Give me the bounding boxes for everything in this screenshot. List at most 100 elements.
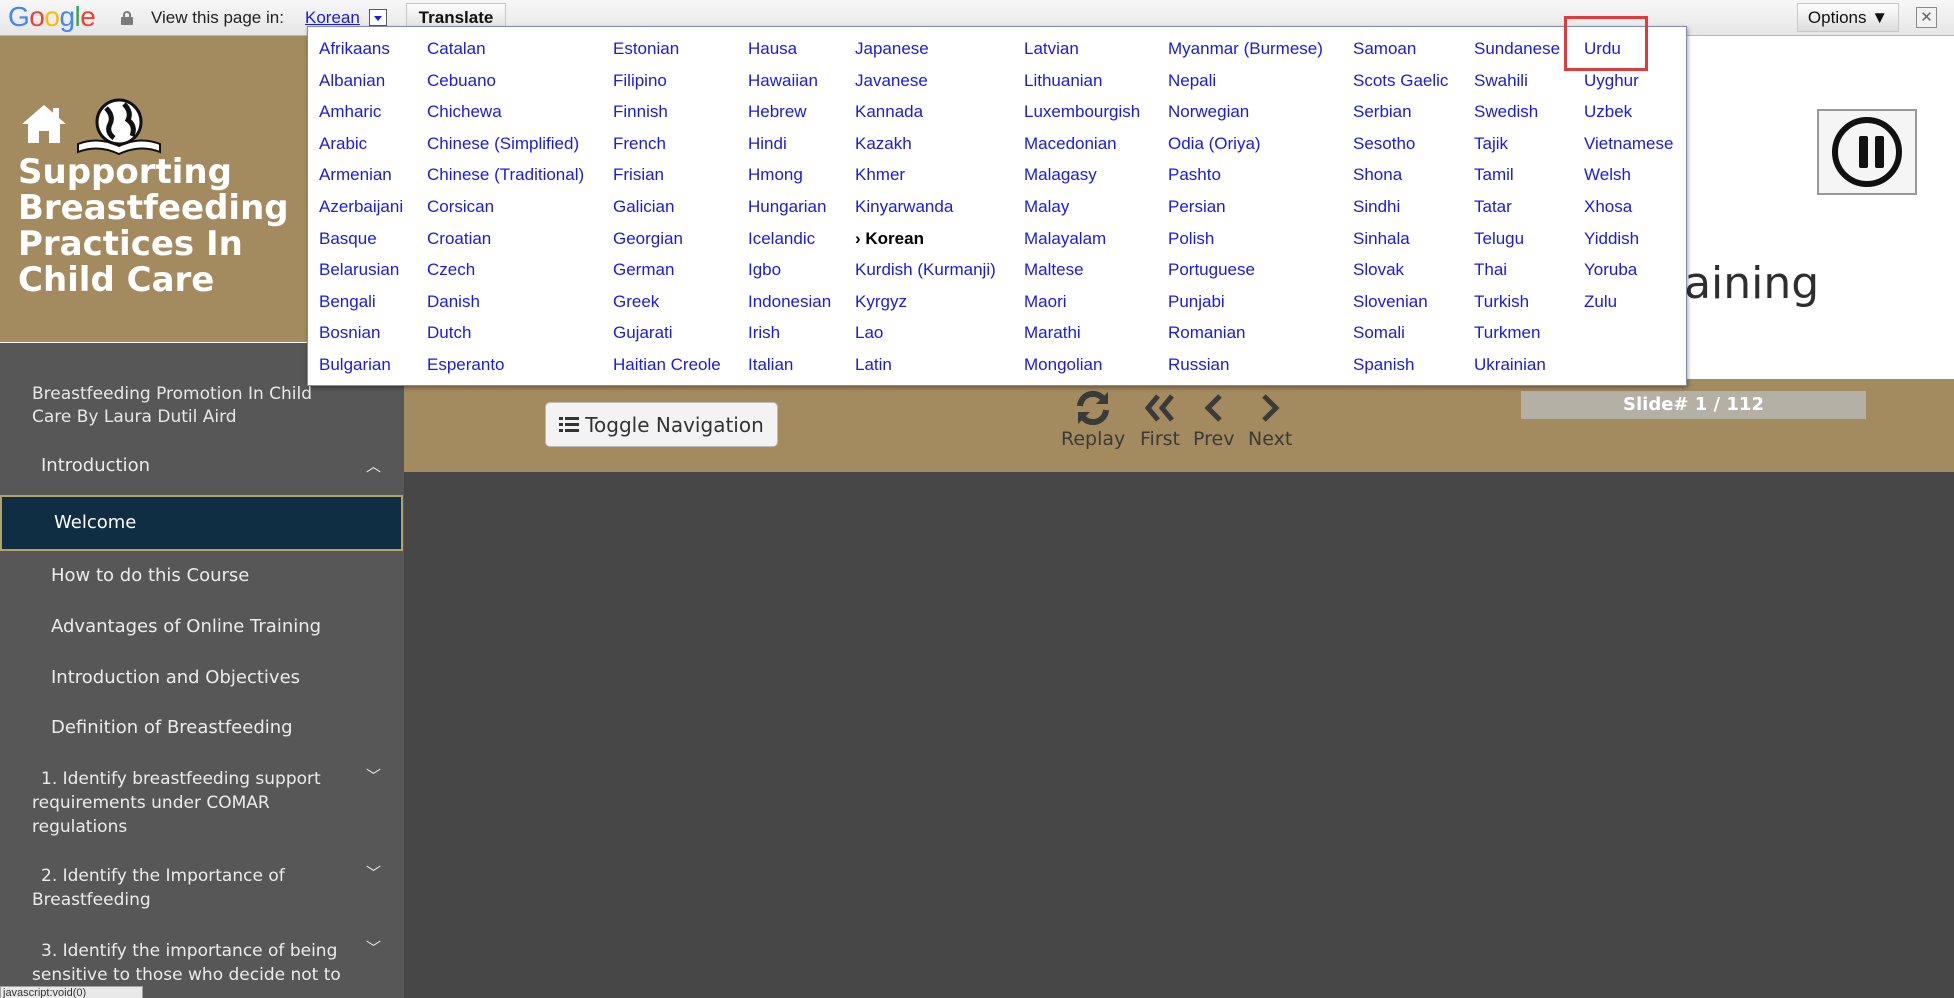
language-option-filipino[interactable]: Filipino (613, 71, 721, 103)
language-option-corsican[interactable]: Corsican (427, 197, 584, 229)
language-option-tatar[interactable]: Tatar (1474, 197, 1560, 229)
language-option-shona[interactable]: Shona (1353, 165, 1448, 197)
course-name-link[interactable]: Breastfeeding Promotion In Child Care By… (32, 383, 332, 429)
chevron-up-icon[interactable]: ︿ (366, 455, 381, 476)
language-option-frisian[interactable]: Frisian (613, 165, 721, 197)
language-option-tamil[interactable]: Tamil (1474, 165, 1560, 197)
language-option-chinese-simplified[interactable]: Chinese (Simplified) (427, 134, 584, 166)
language-option-galician[interactable]: Galician (613, 197, 721, 229)
nav-objective-3[interactable]: 3. Identify the importance of being sens… (32, 939, 352, 987)
chevron-down-icon[interactable]: ﹀ (366, 937, 381, 958)
language-option-armenian[interactable]: Armenian (319, 165, 403, 197)
language-option-cebuano[interactable]: Cebuano (427, 71, 584, 103)
language-option-malagasy[interactable]: Malagasy (1024, 165, 1140, 197)
language-option-romanian[interactable]: Romanian (1168, 323, 1323, 355)
language-option-kurdish-kurmanji[interactable]: Kurdish (Kurmanji) (855, 260, 996, 292)
language-option-japanese[interactable]: Japanese (855, 39, 996, 71)
prev-button[interactable]: Prev (1193, 390, 1234, 450)
language-option-mongolian[interactable]: Mongolian (1024, 355, 1140, 387)
language-option-croatian[interactable]: Croatian (427, 229, 584, 261)
language-option-persian[interactable]: Persian (1168, 197, 1323, 229)
language-option-uzbek[interactable]: Uzbek (1584, 102, 1673, 134)
language-option-kazakh[interactable]: Kazakh (855, 134, 996, 166)
close-translate-bar-icon[interactable]: ✕ (1916, 7, 1937, 28)
language-option-malay[interactable]: Malay (1024, 197, 1140, 229)
language-option-georgian[interactable]: Georgian (613, 229, 721, 261)
nav-item-definition[interactable]: Definition of Breastfeeding (51, 717, 293, 738)
language-option-lao[interactable]: Lao (855, 323, 996, 355)
language-option-greek[interactable]: Greek (613, 292, 721, 324)
language-option-maori[interactable]: Maori (1024, 292, 1140, 324)
language-option-german[interactable]: German (613, 260, 721, 292)
language-option-estonian[interactable]: Estonian (613, 39, 721, 71)
language-option-spanish[interactable]: Spanish (1353, 355, 1448, 387)
language-option-punjabi[interactable]: Punjabi (1168, 292, 1323, 324)
language-option-russian[interactable]: Russian (1168, 355, 1323, 387)
language-option-korean[interactable]: › Korean (855, 229, 996, 261)
language-option-turkish[interactable]: Turkish (1474, 292, 1560, 324)
options-button[interactable]: Options ▼ (1797, 3, 1899, 32)
nav-item-intro-objectives[interactable]: Introduction and Objectives (51, 667, 300, 688)
language-option-portuguese[interactable]: Portuguese (1168, 260, 1323, 292)
language-option-latvian[interactable]: Latvian (1024, 39, 1140, 71)
replay-button[interactable]: Replay (1061, 390, 1125, 450)
language-option-swedish[interactable]: Swedish (1474, 102, 1560, 134)
language-option-bulgarian[interactable]: Bulgarian (319, 355, 403, 387)
language-option-zulu[interactable]: Zulu (1584, 292, 1673, 324)
language-option-hmong[interactable]: Hmong (748, 165, 831, 197)
language-option-azerbaijani[interactable]: Azerbaijani (319, 197, 403, 229)
language-option-maltese[interactable]: Maltese (1024, 260, 1140, 292)
language-option-hausa[interactable]: Hausa (748, 39, 831, 71)
language-option-lithuanian[interactable]: Lithuanian (1024, 71, 1140, 103)
language-option-bengali[interactable]: Bengali (319, 292, 403, 324)
language-option-czech[interactable]: Czech (427, 260, 584, 292)
language-option-finnish[interactable]: Finnish (613, 102, 721, 134)
nav-item-welcome[interactable]: Welcome (0, 495, 403, 551)
language-option-french[interactable]: French (613, 134, 721, 166)
language-option-sundanese[interactable]: Sundanese (1474, 39, 1560, 71)
next-button[interactable]: Next (1248, 390, 1292, 450)
language-option-belarusian[interactable]: Belarusian (319, 260, 403, 292)
language-option-luxembourgish[interactable]: Luxembourgish (1024, 102, 1140, 134)
language-option-xhosa[interactable]: Xhosa (1584, 197, 1673, 229)
language-option-uyghur[interactable]: Uyghur (1584, 71, 1673, 103)
language-option-yoruba[interactable]: Yoruba (1584, 260, 1673, 292)
chevron-down-icon[interactable]: ﹀ (366, 862, 381, 883)
nav-objective-1[interactable]: 1. Identify breastfeeding support requir… (32, 767, 352, 839)
language-option-marathi[interactable]: Marathi (1024, 323, 1140, 355)
nav-objective-2[interactable]: 2. Identify the Importance of Breastfeed… (32, 864, 352, 912)
language-option-sinhala[interactable]: Sinhala (1353, 229, 1448, 261)
chevron-down-icon[interactable]: ﹀ (366, 765, 381, 786)
language-option-afrikaans[interactable]: Afrikaans (319, 39, 403, 71)
language-option-myanmar-burmese[interactable]: Myanmar (Burmese) (1168, 39, 1323, 71)
language-option-serbian[interactable]: Serbian (1353, 102, 1448, 134)
language-option-hawaiian[interactable]: Hawaiian (748, 71, 831, 103)
language-option-basque[interactable]: Basque (319, 229, 403, 261)
language-option-norwegian[interactable]: Norwegian (1168, 102, 1323, 134)
language-option-irish[interactable]: Irish (748, 323, 831, 355)
language-option-latin[interactable]: Latin (855, 355, 996, 387)
language-option-turkmen[interactable]: Turkmen (1474, 323, 1560, 355)
language-option-dutch[interactable]: Dutch (427, 323, 584, 355)
language-option-scots-gaelic[interactable]: Scots Gaelic (1353, 71, 1448, 103)
language-option-malayalam[interactable]: Malayalam (1024, 229, 1140, 261)
nav-item-advantages[interactable]: Advantages of Online Training (51, 616, 321, 637)
language-option-javanese[interactable]: Javanese (855, 71, 996, 103)
language-option-samoan[interactable]: Samoan (1353, 39, 1448, 71)
home-icon[interactable] (19, 102, 69, 146)
language-option-esperanto[interactable]: Esperanto (427, 355, 584, 387)
language-option-danish[interactable]: Danish (427, 292, 584, 324)
pause-button[interactable] (1817, 109, 1917, 195)
language-option-arabic[interactable]: Arabic (319, 134, 403, 166)
language-option-telugu[interactable]: Telugu (1474, 229, 1560, 261)
section-introduction[interactable]: Introduction (41, 455, 150, 476)
language-option-thai[interactable]: Thai (1474, 260, 1560, 292)
language-option-catalan[interactable]: Catalan (427, 39, 584, 71)
language-option-icelandic[interactable]: Icelandic (748, 229, 831, 261)
language-option-macedonian[interactable]: Macedonian (1024, 134, 1140, 166)
language-option-italian[interactable]: Italian (748, 355, 831, 387)
language-option-chinese-traditional[interactable]: Chinese (Traditional) (427, 165, 584, 197)
language-option-hungarian[interactable]: Hungarian (748, 197, 831, 229)
language-option-sesotho[interactable]: Sesotho (1353, 134, 1448, 166)
language-option-slovak[interactable]: Slovak (1353, 260, 1448, 292)
